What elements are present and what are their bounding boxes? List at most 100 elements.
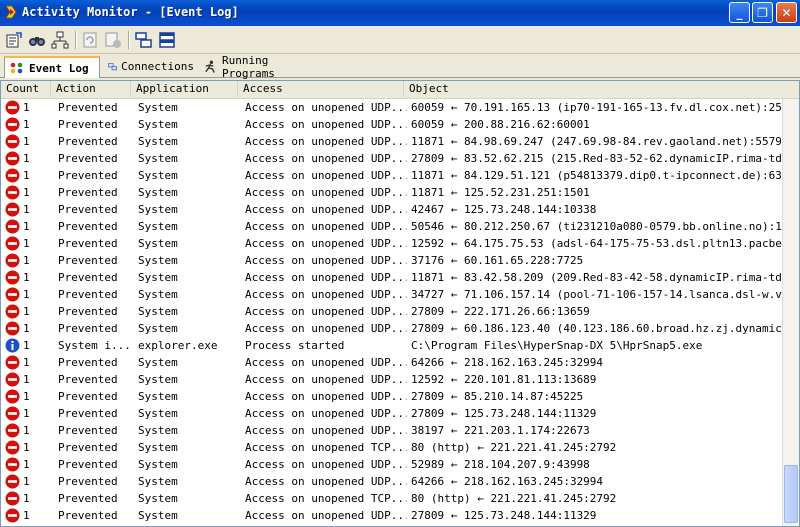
column-header-access[interactable]: Access <box>238 81 404 97</box>
restore-button[interactable]: ❐ <box>752 2 773 23</box>
row-access: Access on unopened UDP... <box>245 424 407 437</box>
table-row[interactable]: 1 Prevented System Access on unopened UDP..… <box>1 184 784 201</box>
row-count: 1 <box>23 475 30 488</box>
row-object: 80 (http) ← 221.221.41.245:2792 <box>411 441 617 454</box>
row-application: System <box>138 254 178 267</box>
table-row[interactable]: 1 Prevented System Access on unopened UDP..… <box>1 405 784 422</box>
table-row[interactable]: 1 Prevented System Access on unopened UDP..… <box>1 286 784 303</box>
connections-icon <box>108 62 117 70</box>
table-row[interactable]: 1 Prevented System Access on unopened UDP..… <box>1 422 784 439</box>
event-log-list[interactable]: Count Action Application Access Object 1… <box>0 80 800 527</box>
row-object: 64266 ← 218.162.163.245:32994 <box>411 356 604 369</box>
prevented-icon <box>5 389 20 404</box>
row-count: 1 <box>23 203 30 216</box>
table-row[interactable]: 1 Prevented System Access on unopened UDP..… <box>1 116 784 133</box>
scrollbar-thumb[interactable] <box>784 465 798 523</box>
export-button[interactable] <box>103 30 123 50</box>
row-access: Access on unopened UDP... <box>245 169 407 182</box>
row-action: Prevented <box>58 441 118 454</box>
row-access: Access on unopened UDP... <box>245 509 407 522</box>
row-action: Prevented <box>58 424 118 437</box>
properties-icon <box>6 32 22 48</box>
row-count: 1 <box>23 305 30 318</box>
row-count: 1 <box>23 169 30 182</box>
row-object: C:\Program Files\HyperSnap-DX 5\HprSnap5… <box>411 339 703 352</box>
close-button[interactable]: ✕ <box>776 2 797 23</box>
list-header: Count Action Application Access Object <box>1 81 799 99</box>
row-count: 1 <box>23 458 30 471</box>
row-action: Prevented <box>58 101 118 114</box>
activity-monitor-icon <box>5 5 17 19</box>
row-action: Prevented <box>58 305 118 318</box>
column-header-application[interactable]: Application <box>131 81 238 97</box>
row-count: 1 <box>23 186 30 199</box>
row-application: System <box>138 390 178 403</box>
prevented-icon <box>5 168 20 183</box>
tab-running-programs[interactable]: Running Programs <box>199 54 325 80</box>
row-action: Prevented <box>58 407 118 420</box>
refresh-button[interactable] <box>80 30 100 50</box>
row-count: 1 <box>23 424 30 437</box>
vertical-scrollbar[interactable] <box>782 99 799 526</box>
view-split-button[interactable] <box>157 30 177 50</box>
table-row[interactable]: 1 Prevented System Access on unopened UDP..… <box>1 456 784 473</box>
table-row[interactable]: 1 Prevented System Access on unopened UDP..… <box>1 99 784 116</box>
column-header-action[interactable]: Action <box>51 81 131 97</box>
row-count: 1 <box>23 373 30 386</box>
find-button[interactable] <box>27 30 47 50</box>
table-row[interactable]: 1 Prevented System Access on unopened UDP..… <box>1 269 784 286</box>
row-action: Prevented <box>58 271 118 284</box>
table-row[interactable]: 1 Prevented System Access on unopened UDP..… <box>1 133 784 150</box>
table-row[interactable]: 1 Prevented System Access on unopened UDP..… <box>1 320 784 337</box>
column-header-object[interactable]: Object <box>404 81 799 97</box>
row-object: 64266 ← 218.162.163.245:32994 <box>411 475 604 488</box>
row-object: 11871 ← 125.52.231.251:1501 <box>411 186 590 199</box>
table-row[interactable]: 1 Prevented System Access on unopened UDP..… <box>1 218 784 235</box>
minimize-button[interactable]: _ <box>729 2 750 23</box>
table-row[interactable]: 1 Prevented System Access on unopened UDP..… <box>1 150 784 167</box>
table-row[interactable]: 1 Prevented System Access on unopened UDP..… <box>1 388 784 405</box>
table-row[interactable]: 1 Prevented System Access on unopened UDP..… <box>1 473 784 490</box>
row-application: System <box>138 220 178 233</box>
row-access: Access on unopened UDP... <box>245 254 407 267</box>
table-row[interactable]: 1 Prevented System Access on unopened UDP..… <box>1 507 784 524</box>
table-row[interactable]: 1 System i... explorer.exe Process started C… <box>1 337 784 354</box>
table-row[interactable]: 1 Prevented System Access on unopened UDP..… <box>1 303 784 320</box>
row-application: System <box>138 475 178 488</box>
tab-event-log[interactable]: Event Log <box>4 56 100 78</box>
table-row[interactable]: 1 Prevented System Access on unopened UDP..… <box>1 371 784 388</box>
table-row[interactable]: 1 Prevented System Access on unopened UDP..… <box>1 201 784 218</box>
properties-button[interactable] <box>4 30 24 50</box>
row-access: Access on unopened UDP... <box>245 458 407 471</box>
row-count: 1 <box>23 152 30 165</box>
row-object: 11871 ← 84.129.51.121 (p54813379.dip0.t-… <box>411 169 784 182</box>
prevented-icon <box>5 372 20 387</box>
table-row[interactable]: 1 Prevented System Access on unopened UDP..… <box>1 252 784 269</box>
tab-connections[interactable]: Connections <box>104 56 198 77</box>
prevented-icon <box>5 134 20 149</box>
row-application: System <box>138 322 178 335</box>
close-icon: ✕ <box>781 5 792 20</box>
row-object: 12592 ← 220.101.81.113:13689 <box>411 373 597 386</box>
row-application: System <box>138 424 178 437</box>
toolbar <box>0 26 800 54</box>
row-object: 37176 ← 60.161.65.228:7725 <box>411 254 584 267</box>
row-access: Access on unopened TCP... <box>245 492 407 505</box>
table-row[interactable]: 1 Prevented System Access on unopened TCP..… <box>1 439 784 456</box>
row-object: 60059 ← 70.191.165.13 (ip70-191-165-13.f… <box>411 101 784 114</box>
table-row[interactable]: 1 Prevented System Access on unopened UDP..… <box>1 235 784 252</box>
find-icon <box>29 37 45 46</box>
table-row[interactable]: 1 Prevented System Access on unopened UDP..… <box>1 354 784 371</box>
table-row[interactable]: 1 Prevented System Access on unopened TCP..… <box>1 490 784 507</box>
table-row[interactable]: 1 Prevented System Access on unopened UDP..… <box>1 167 784 184</box>
view-tile-button[interactable] <box>134 30 154 50</box>
row-access: Access on unopened UDP... <box>245 305 407 318</box>
title-bar[interactable]: Activity Monitor - [Event Log] _ ❐ ✕ <box>0 0 800 26</box>
info-icon <box>5 338 20 353</box>
column-header-count[interactable]: Count <box>1 81 51 97</box>
prevented-icon <box>5 355 20 370</box>
row-access: Access on unopened UDP... <box>245 271 407 284</box>
row-action: Prevented <box>58 390 118 403</box>
prevented-icon <box>5 508 20 523</box>
network-button[interactable] <box>50 30 70 50</box>
